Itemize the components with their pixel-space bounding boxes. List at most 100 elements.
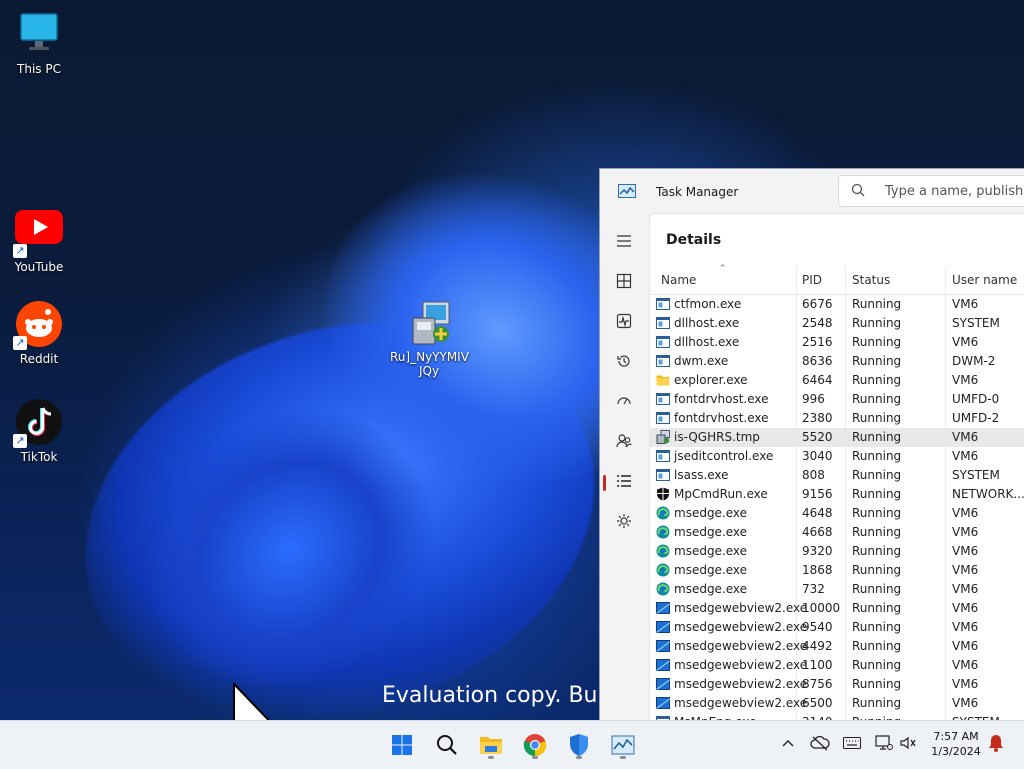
- users-icon[interactable]: [610, 427, 638, 455]
- cell-user-name: VM6: [952, 563, 979, 577]
- desktop-icon-this-pc[interactable]: This PC: [7, 10, 71, 76]
- search-button[interactable]: [431, 729, 463, 761]
- table-row[interactable]: msedge.exe 1868 Running VM6: [650, 561, 1024, 580]
- table-row[interactable]: ctfmon.exe 6676 Running VM6: [650, 295, 1024, 314]
- cell-user-name: VM6: [952, 525, 979, 539]
- title-bar: Task Manager Type a name, publisher: [600, 169, 1024, 213]
- column-header-row: Name ⌃ PID Status User name: [650, 264, 1024, 295]
- table-row[interactable]: lsass.exe 808 Running SYSTEM: [650, 466, 1024, 485]
- table-row[interactable]: msedgewebview2.exe 9540 Running VM6: [650, 618, 1024, 637]
- shortcut-arrow-icon: ↗: [13, 434, 27, 448]
- cell-pid: 5520: [802, 430, 833, 444]
- cell-user-name: VM6: [952, 601, 979, 615]
- column-header-user-name[interactable]: User name: [952, 273, 1017, 287]
- table-row[interactable]: dwm.exe 8636 Running DWM-2: [650, 352, 1024, 371]
- table-row[interactable]: is-QGHRS.tmp 5520 Running VM6: [650, 428, 1024, 447]
- performance-icon[interactable]: [610, 307, 638, 335]
- table-row[interactable]: msedge.exe 4648 Running VM6: [650, 504, 1024, 523]
- cell-name: msedge.exe: [674, 506, 748, 520]
- table-row[interactable]: msedgewebview2.exe 1100 Running VM6: [650, 656, 1024, 675]
- search-box[interactable]: Type a name, publisher: [838, 175, 1024, 207]
- cell-user-name: VM6: [952, 696, 979, 710]
- cell-pid: 6500: [802, 696, 833, 710]
- table-row[interactable]: MpCmdRun.exe 9156 Running NETWORK...: [650, 485, 1024, 504]
- table-row[interactable]: msedge.exe 9320 Running VM6: [650, 542, 1024, 561]
- start-button[interactable]: [386, 729, 418, 761]
- column-header-status[interactable]: Status: [852, 273, 890, 287]
- active-indicator: [603, 475, 606, 491]
- search-input[interactable]: Type a name, publisher: [885, 184, 1024, 199]
- desktop-icon-installer[interactable]: Ru]_NyYYMIV JQy: [390, 300, 469, 378]
- cell-status: Running: [852, 430, 902, 444]
- app-icon: [656, 411, 670, 425]
- onedrive-offline-icon[interactable]: [810, 733, 830, 753]
- desktop-icon-youtube[interactable]: ↗ YouTube: [7, 208, 71, 274]
- cell-user-name: DWM-2: [952, 354, 996, 368]
- services-icon[interactable]: [610, 507, 638, 535]
- processes-icon[interactable]: [610, 267, 638, 295]
- cell-user-name: VM6: [952, 449, 979, 463]
- details-icon[interactable]: [610, 467, 638, 495]
- cell-user-name: UMFD-2: [952, 411, 1000, 425]
- app-icon: [656, 392, 670, 406]
- file-explorer-button[interactable]: [475, 729, 507, 761]
- table-row[interactable]: msedgewebview2.exe 10000 Running VM6: [650, 599, 1024, 618]
- cell-pid: 732: [802, 582, 825, 596]
- cell-pid: 808: [802, 468, 825, 482]
- startup-apps-icon[interactable]: [610, 387, 638, 415]
- cell-name: msedgewebview2.exe: [674, 677, 808, 691]
- table-row[interactable]: fontdrvhost.exe 2380 Running UMFD-2: [650, 409, 1024, 428]
- clock-date: 1/3/2024: [931, 745, 981, 758]
- chrome-button[interactable]: [519, 729, 551, 761]
- cell-name: msedge.exe: [674, 544, 748, 558]
- webview-icon: [656, 639, 670, 653]
- cell-name: jseditcontrol.exe: [674, 449, 774, 463]
- app-icon: [656, 354, 670, 368]
- desktop-icon-label: This PC: [17, 62, 61, 76]
- clock[interactable]: 7:57 AM 1/3/2024: [928, 729, 984, 759]
- webview-icon: [656, 677, 670, 691]
- app-icon: [656, 449, 670, 463]
- webview-icon: [656, 658, 670, 672]
- table-row[interactable]: jseditcontrol.exe 3040 Running VM6: [650, 447, 1024, 466]
- security-button[interactable]: [563, 729, 595, 761]
- keyboard-icon[interactable]: [842, 733, 862, 753]
- reddit-icon: ↗: [13, 300, 63, 350]
- cell-name: lsass.exe: [674, 468, 729, 482]
- cell-user-name: VM6: [952, 544, 979, 558]
- table-row[interactable]: msedge.exe 732 Running VM6: [650, 580, 1024, 599]
- network-icon[interactable]: [874, 733, 894, 753]
- hamburger-menu-icon[interactable]: [610, 227, 638, 255]
- task-manager-taskbar-button[interactable]: [607, 729, 639, 761]
- cell-pid: 6676: [802, 297, 833, 311]
- cell-status: Running: [852, 601, 902, 615]
- taskbar: 7:57 AM 1/3/2024: [0, 720, 1024, 769]
- table-row[interactable]: msedgewebview2.exe 6500 Running VM6: [650, 694, 1024, 713]
- desktop-icon-reddit[interactable]: ↗ Reddit: [7, 300, 71, 366]
- column-header-pid[interactable]: PID: [802, 273, 822, 287]
- search-icon: [437, 735, 457, 755]
- table-row[interactable]: msedgewebview2.exe 8756 Running VM6: [650, 675, 1024, 694]
- notification-bell-icon[interactable]: [986, 733, 1006, 753]
- table-row[interactable]: dllhost.exe 2548 Running SYSTEM: [650, 314, 1024, 333]
- table-row[interactable]: fontdrvhost.exe 996 Running UMFD-0: [650, 390, 1024, 409]
- desktop-icon-tiktok[interactable]: ↗ TikTok: [7, 398, 71, 464]
- sort-ascending-icon: ⌃: [719, 264, 727, 274]
- table-row[interactable]: dllhost.exe 2516 Running VM6: [650, 333, 1024, 352]
- cell-pid: 9540: [802, 620, 833, 634]
- app-history-icon[interactable]: [610, 347, 638, 375]
- cell-status: Running: [852, 620, 902, 634]
- chrome-icon: [523, 734, 547, 757]
- table-row[interactable]: msedgewebview2.exe 4492 Running VM6: [650, 637, 1024, 656]
- table-row[interactable]: msedge.exe 4668 Running VM6: [650, 523, 1024, 542]
- show-hidden-icons-chevron-icon[interactable]: [778, 733, 798, 753]
- cell-status: Running: [852, 487, 902, 501]
- mouse-cursor-icon: [232, 681, 282, 720]
- cell-pid: 10000: [802, 601, 841, 615]
- table-row[interactable]: MsMpEng.exe3140RunningSYSTEM: [650, 713, 1024, 720]
- edge-icon: [656, 506, 670, 520]
- column-header-name[interactable]: Name: [661, 273, 696, 287]
- app-icon: [656, 316, 670, 330]
- table-row[interactable]: explorer.exe 6464 Running VM6: [650, 371, 1024, 390]
- volume-muted-icon[interactable]: [898, 733, 918, 753]
